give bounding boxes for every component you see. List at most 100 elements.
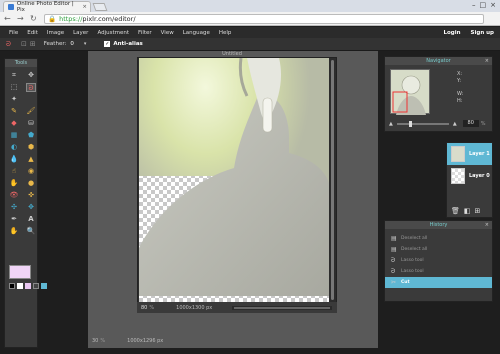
document-status-bar: 80 % 1000x1300 px [137, 302, 337, 313]
zoom-in-mountain-icon[interactable]: ▲ [453, 121, 457, 127]
type-tool-icon[interactable]: A [26, 215, 36, 224]
feather-value[interactable]: 0 [70, 41, 74, 47]
address-bar-row: ← → ↻ 🔒 https:// pixlr.com/editor/ [0, 12, 500, 26]
background-color-swatch[interactable] [17, 283, 23, 289]
swap-colors-icon[interactable] [25, 283, 31, 289]
navigator-thumbnail[interactable] [390, 69, 430, 115]
url-field[interactable]: 🔒 https:// pixlr.com/editor/ [44, 14, 484, 24]
layer-0-name: Layer 0 [469, 173, 490, 179]
menu-adjustment[interactable]: Adjustment [97, 30, 129, 36]
history-item[interactable]: ᘐ Lasso tool [385, 255, 492, 266]
layer-row-1[interactable]: Layer 1 [447, 143, 492, 165]
magic-wand-icon[interactable]: ✦ [9, 95, 19, 104]
spot-heal-icon[interactable]: ✜ [26, 191, 36, 200]
smudge-tool-icon[interactable]: ☝ [9, 167, 19, 176]
crop-tool-icon[interactable]: ⌗ [9, 71, 19, 80]
color-replace-icon[interactable]: ◐ [9, 143, 19, 152]
paint-bucket-icon[interactable]: ⛁ [26, 119, 36, 128]
color-picker-icon[interactable]: ✒ [9, 215, 19, 224]
menu-view[interactable]: View [161, 30, 174, 36]
black-swatch[interactable] [33, 283, 39, 289]
menu-image[interactable]: Image [47, 30, 64, 36]
zoom-tool-icon[interactable]: 🔍 [26, 227, 36, 236]
workspace-zoom[interactable]: 30 [92, 338, 98, 344]
layer-row-0[interactable]: Layer 0 [447, 165, 492, 187]
drawing-tool-icon[interactable]: ⬢ [26, 143, 36, 152]
navigator-close-icon[interactable]: × [485, 57, 489, 65]
back-arrow-icon[interactable]: ← [4, 14, 11, 23]
add-selection-icon[interactable]: ⊞ [30, 40, 36, 48]
selection-mode-icon[interactable]: ⊡ [21, 40, 27, 48]
minimize-icon[interactable]: – [472, 1, 476, 9]
signup-link[interactable]: Sign up [471, 30, 494, 36]
trash-icon[interactable]: 🗑 [451, 207, 460, 215]
layer-mask-icon[interactable]: ◧ [464, 207, 471, 215]
navigator-header: Navigator × [385, 57, 492, 65]
antialias-checkbox[interactable]: ✓ [104, 41, 111, 47]
sponge-tool-icon[interactable]: ◉ [26, 167, 36, 176]
url-path: pixlr.com/editor/ [82, 15, 136, 23]
document-horizontal-scrollbar[interactable] [232, 305, 333, 310]
hand-tool-icon[interactable]: ✋ [9, 227, 19, 236]
pencil-tool-icon[interactable]: ✎ [9, 107, 19, 116]
empty-slot [26, 95, 36, 104]
zoom-slider-handle[interactable] [408, 120, 412, 127]
default-colors-icon[interactable] [9, 283, 15, 289]
lock-icon: 🔒 [48, 15, 57, 23]
marquee-tool-icon[interactable]: ⬚ [9, 83, 19, 92]
photo-canvas[interactable] [139, 58, 329, 302]
close-window-icon[interactable]: × [490, 1, 496, 9]
history-item[interactable]: ᘐ Lasso tool [385, 266, 492, 277]
history-item[interactable]: ▤ Deselect all [385, 233, 492, 244]
history-header: History × [385, 221, 492, 229]
clone-stamp-icon[interactable]: ⬟ [26, 131, 36, 140]
bloat-tool-icon[interactable]: ✣ [9, 203, 19, 212]
menu-language[interactable]: Language [183, 30, 210, 36]
menu-help[interactable]: Help [219, 30, 232, 36]
history-item[interactable]: ▤ Deselect all [385, 244, 492, 255]
sharpen-tool-icon[interactable]: ▲ [26, 155, 36, 164]
menu-file[interactable]: File [9, 30, 18, 36]
burn-tool-icon[interactable]: ✋ [9, 179, 19, 188]
foreground-color-swatch[interactable] [9, 265, 31, 279]
pinch-tool-icon[interactable]: ✥ [26, 203, 36, 212]
forward-arrow-icon[interactable]: → [17, 14, 24, 23]
selection-icon: ▤ [391, 234, 397, 242]
browser-tab[interactable]: Online Photo Editor | Pix × [3, 1, 91, 13]
new-layer-icon[interactable]: ⊞ [475, 207, 481, 215]
eraser-tool-icon[interactable]: ◆ [9, 119, 19, 128]
blur-tool-icon[interactable]: 💧 [9, 155, 19, 164]
navigator-coords: X: Y: W: H: [457, 71, 463, 105]
layer-1-name: Layer 1 [469, 151, 490, 157]
cyan-swatch[interactable] [41, 283, 47, 289]
red-eye-tool-icon[interactable]: 👁 [9, 191, 19, 200]
feather-dropdown-icon[interactable]: ▾ [84, 41, 87, 47]
brush-tool-icon[interactable]: 🖌 [26, 107, 36, 116]
tab-close-icon[interactable]: × [82, 4, 87, 10]
h-coord-label: H: [457, 98, 463, 104]
document-zoom[interactable]: 80 [141, 305, 147, 311]
history-close-icon[interactable]: × [485, 221, 489, 229]
lasso-tool-button-icon[interactable]: ᘐ [26, 83, 36, 92]
history-panel: History × ▤ Deselect all ▤ Deselect all … [384, 220, 493, 302]
history-title: History [429, 222, 448, 228]
new-tab-button[interactable] [92, 3, 108, 11]
gradient-tool-icon[interactable]: ▦ [9, 131, 19, 140]
zoom-out-mountain-icon[interactable]: ▲ [389, 121, 393, 127]
login-link[interactable]: Login [444, 30, 461, 36]
move-tool-icon[interactable]: ✥ [26, 71, 36, 80]
feather-label: Feather: [43, 41, 67, 47]
reload-icon[interactable]: ↻ [30, 14, 37, 23]
menu-layer[interactable]: Layer [73, 30, 88, 36]
menu-edit[interactable]: Edit [27, 30, 38, 36]
history-item-active[interactable]: ✂ Cut [385, 277, 492, 288]
menu-filter[interactable]: Filter [138, 30, 152, 36]
maximize-icon[interactable]: □ [480, 1, 487, 9]
dodge-tool-icon[interactable]: ● [26, 179, 36, 188]
navigator-zoom-value[interactable]: 80 [462, 120, 479, 127]
tools-panel: Tools ⌗ ✥ ⬚ ᘐ ✦ ✎ 🖌 ◆ ⛁ ▦ ⬟ ◐ ⬢ 💧 ▲ ☝ ◉ … [4, 58, 47, 348]
lasso-icon: ᘐ [391, 267, 396, 275]
vertical-scroll-thumb[interactable] [331, 60, 334, 300]
document-vertical-scrollbar[interactable] [330, 58, 335, 302]
zoom-slider[interactable] [396, 120, 449, 127]
